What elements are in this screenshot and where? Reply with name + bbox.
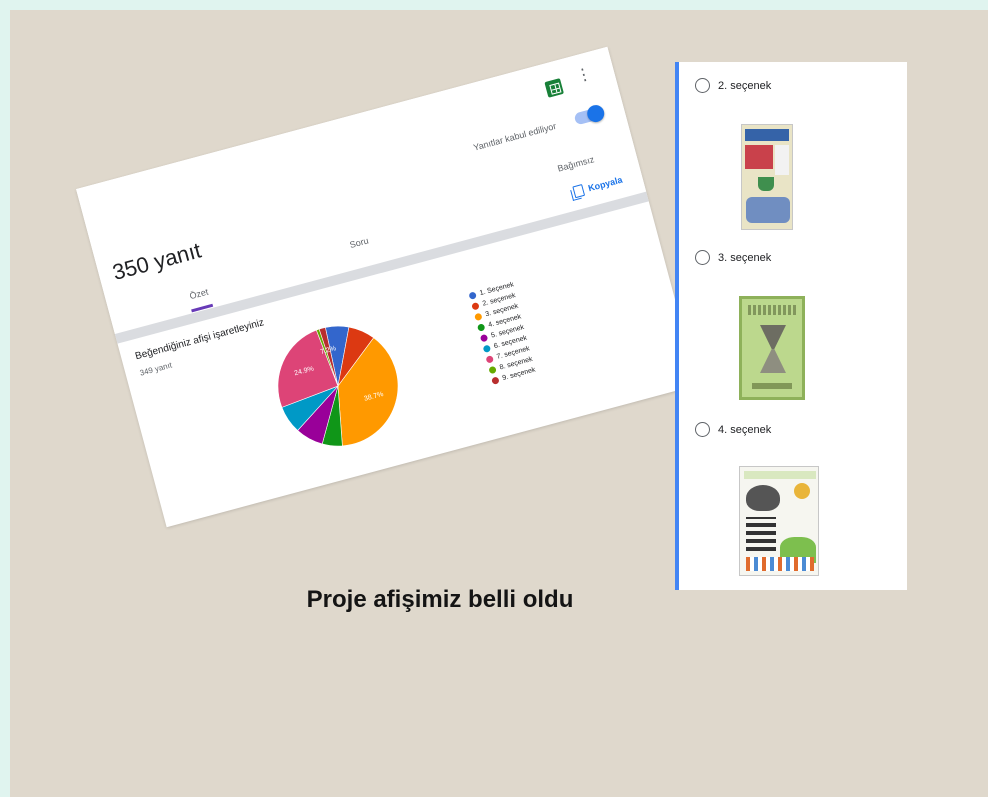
accepting-responses-label: Yanıtlar kabul ediliyor [472, 120, 558, 153]
tab-summary[interactable]: Özet [188, 287, 209, 302]
radio-button[interactable] [695, 78, 710, 93]
tab-individual[interactable]: Bağımsız [556, 154, 595, 173]
radio-button[interactable] [695, 422, 710, 437]
toggle-knob [585, 103, 607, 124]
more-vert-icon[interactable]: ⋮ [574, 65, 594, 86]
poster-image-option-2 [741, 124, 793, 230]
option-label: 4. seçenek [718, 423, 772, 436]
radio-button[interactable] [695, 250, 710, 265]
form-options-card: 2. seçenek 3. seçenek 4. seçenek [675, 62, 907, 590]
copy-icon [572, 184, 586, 199]
question-response-count: 349 yanıt [138, 360, 173, 378]
option-row[interactable]: 3. seçenek [695, 250, 771, 265]
slide-caption: Proje afişimiz belli oldu [306, 586, 574, 613]
option-label: 3. seçenek [718, 251, 772, 264]
legend-color-dot [471, 301, 480, 311]
legend-color-dot [479, 333, 489, 343]
chart-legend: 1. Seçenek 2. seçenek 3. seçenek 4. seçenek… [468, 279, 538, 387]
response-count-title: 350 yanıt [109, 237, 204, 286]
option-row[interactable]: 2. seçenek [695, 78, 771, 93]
legend-color-dot [474, 312, 483, 322]
form-responses-screenshot: ⋮ Yanıtlar kabul ediliyor 350 yanıt Bağı… [76, 46, 698, 528]
legend-color-dot [468, 291, 477, 300]
legend-color-dot [485, 355, 495, 364]
poster-image-option-3 [739, 296, 805, 400]
option-row[interactable]: 4. seçenek [695, 422, 771, 437]
option-label: 2. seçenek [718, 79, 772, 92]
poster-image-option-4 [739, 466, 819, 576]
accepting-responses-toggle[interactable] [573, 103, 607, 126]
legend-color-dot [482, 344, 492, 354]
tab-question[interactable]: Soru [349, 235, 370, 250]
sheets-icon[interactable] [544, 78, 564, 98]
pie-chart: 38.7%24.9%7.2% [277, 325, 399, 447]
responses-header: ⋮ Yanıtlar kabul ediliyor 350 yanıt Bağı… [76, 46, 647, 335]
legend-color-dot [488, 365, 497, 375]
legend-color-dot [476, 323, 486, 332]
slide-canvas: ⋮ Yanıtlar kabul ediliyor 350 yanıt Bağı… [10, 10, 988, 797]
legend-color-dot [491, 376, 500, 385]
